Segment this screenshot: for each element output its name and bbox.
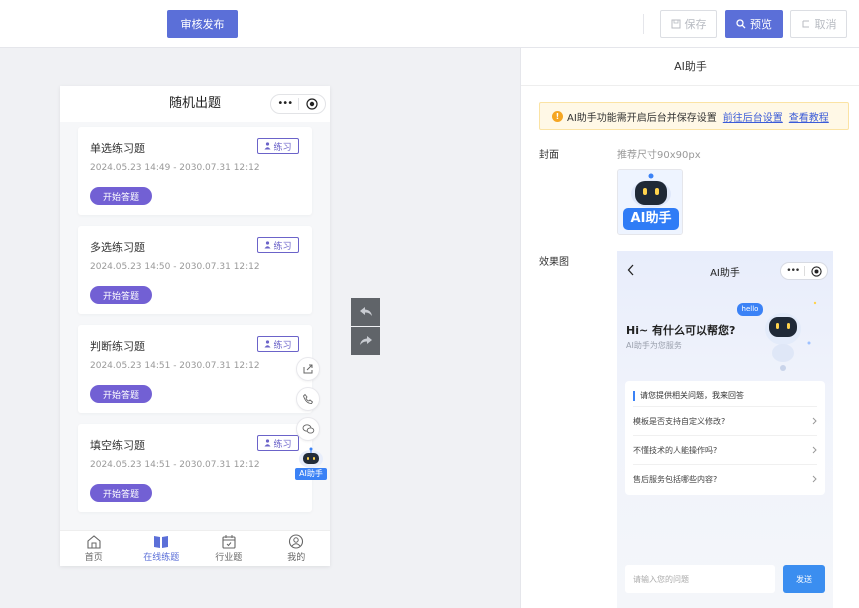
robot-illustration: hello bbox=[737, 297, 823, 373]
preview-capsule[interactable]: ••• bbox=[780, 262, 828, 280]
faq-card-header: 请您提供相关问题，我来回答 bbox=[633, 390, 744, 401]
faq-card: 请您提供相关问题，我来回答 模板是否支持自定义修改? 不懂技术的人能操作吗? 售… bbox=[625, 381, 825, 495]
preview-button[interactable]: 预览 bbox=[725, 10, 783, 38]
cancel-button[interactable]: 取消 bbox=[790, 10, 847, 38]
ai-float-label: AI助手 bbox=[295, 468, 327, 480]
faq-question[interactable]: 不懂技术的人能操作吗? bbox=[633, 435, 817, 464]
start-answer-button[interactable]: 开始答题 bbox=[90, 187, 152, 205]
card-date: 2024.05.23 14:49 - 2030.07.31 12:12 bbox=[90, 163, 260, 173]
undo-button[interactable] bbox=[351, 298, 380, 326]
card-title: 多选练习题 bbox=[90, 241, 145, 254]
exercise-card[interactable]: 填空练习题 练习 2024.05.23 14:51 - 2030.07.31 1… bbox=[78, 424, 312, 512]
phone-icon bbox=[302, 393, 314, 404]
effect-label: 效果图 bbox=[539, 257, 569, 268]
practice-badge: 练习 bbox=[257, 336, 299, 352]
warning-icon: ! bbox=[552, 110, 563, 122]
faq-question[interactable]: 模板是否支持自定义修改? bbox=[633, 406, 817, 435]
practice-badge: 练习 bbox=[257, 138, 299, 154]
cover-label: 封面 bbox=[539, 150, 559, 161]
share-float-button[interactable] bbox=[296, 357, 320, 381]
close-target-icon[interactable] bbox=[805, 265, 827, 277]
save-button[interactable]: 保存 bbox=[660, 10, 717, 38]
phone-float-button[interactable] bbox=[296, 387, 320, 411]
cancel-label: 取消 bbox=[814, 19, 837, 31]
card-title: 单选练习题 bbox=[90, 142, 145, 155]
redo-arrow-icon bbox=[359, 336, 372, 345]
card-date: 2024.05.23 14:51 - 2030.07.31 12:12 bbox=[90, 361, 260, 371]
person-icon bbox=[264, 241, 271, 249]
cover-image-upload[interactable]: AI助手 bbox=[617, 169, 683, 235]
mini-program-capsule[interactable]: ••• bbox=[270, 94, 326, 114]
tutorial-link[interactable]: 查看教程 bbox=[789, 109, 829, 124]
start-answer-button[interactable]: 开始答题 bbox=[90, 484, 152, 502]
card-date: 2024.05.23 14:50 - 2030.07.31 12:12 bbox=[90, 262, 260, 272]
person-icon bbox=[264, 142, 271, 150]
wechat-float-button[interactable] bbox=[296, 417, 320, 441]
ai-assistant-float[interactable]: AI助手 bbox=[293, 446, 329, 480]
hello-bubble: hello bbox=[741, 305, 759, 313]
preview-label: 预览 bbox=[750, 19, 772, 31]
card-title: 填空练习题 bbox=[90, 439, 145, 452]
chevron-right-icon bbox=[812, 417, 817, 425]
redo-button[interactable] bbox=[351, 327, 380, 355]
exercise-card[interactable]: 判断练习题 练习 2024.05.23 14:51 - 2030.07.31 1… bbox=[78, 325, 312, 413]
tab-industry[interactable]: 行业题 bbox=[195, 531, 263, 566]
notice-text: AI助手功能需开启后台并保存设置 bbox=[567, 112, 717, 124]
panel-title: AI助手 bbox=[521, 48, 859, 86]
phone-header: 随机出题 ••• bbox=[60, 86, 330, 122]
exercise-card[interactable]: 多选练习题 练习 2024.05.23 14:50 - 2030.07.31 1… bbox=[78, 226, 312, 314]
tab-mine[interactable]: 我的 bbox=[263, 531, 331, 566]
book-icon bbox=[154, 536, 169, 548]
person-icon bbox=[264, 340, 271, 348]
tab-home[interactable]: 首页 bbox=[60, 531, 128, 566]
chevron-right-icon bbox=[812, 446, 817, 454]
undo-arrow-icon bbox=[359, 307, 372, 316]
close-target-icon[interactable] bbox=[299, 98, 325, 110]
question-input[interactable]: 请输入您的问题 bbox=[625, 565, 775, 593]
cover-size-hint: 推荐尺寸90x90px bbox=[617, 150, 701, 161]
cover-text: AI助手 bbox=[630, 211, 672, 226]
start-answer-button[interactable]: 开始答题 bbox=[90, 385, 152, 403]
wechat-icon bbox=[302, 424, 314, 434]
person-icon bbox=[264, 439, 271, 447]
calendar-icon bbox=[222, 535, 236, 549]
search-icon bbox=[736, 19, 746, 29]
share-icon bbox=[303, 364, 313, 374]
phone-preview: 随机出题 ••• 单选练习题 练习 2024.05.23 14:49 - 203… bbox=[60, 86, 330, 566]
more-icon[interactable]: ••• bbox=[271, 95, 298, 113]
effect-preview: AI助手 ••• Hi~ 有什么可以帮您? AI助手为您服务 hello 请您提… bbox=[617, 251, 833, 608]
save-icon bbox=[671, 19, 680, 29]
home-icon bbox=[87, 535, 101, 549]
publish-button[interactable]: 审核发布 bbox=[167, 10, 238, 38]
user-icon bbox=[289, 534, 304, 549]
robot-icon bbox=[299, 447, 323, 468]
bottom-tab-bar: 首页 在线练题 行业题 我的 bbox=[60, 530, 330, 566]
top-toolbar: 审核发布 保存 预览 取消 bbox=[0, 0, 859, 48]
send-button[interactable]: 发送 bbox=[783, 565, 825, 593]
tab-online-practice[interactable]: 在线练题 bbox=[128, 531, 196, 566]
practice-badge: 练习 bbox=[257, 237, 299, 253]
start-answer-button[interactable]: 开始答题 bbox=[90, 286, 152, 304]
save-label: 保存 bbox=[684, 19, 707, 31]
card-title: 判断练习题 bbox=[90, 340, 145, 353]
toolbar-divider bbox=[643, 14, 644, 34]
chevron-right-icon bbox=[812, 475, 817, 483]
more-icon[interactable]: ••• bbox=[781, 263, 804, 279]
card-date: 2024.05.23 14:51 - 2030.07.31 12:12 bbox=[90, 460, 260, 470]
undo-icon bbox=[802, 20, 809, 28]
notice-bar: ! AI助手功能需开启后台并保存设置 前往后台设置 查看教程 bbox=[539, 102, 849, 130]
greeting-subtitle: AI助手为您服务 bbox=[626, 341, 682, 350]
faq-question[interactable]: 售后服务包括哪些内容? bbox=[633, 464, 817, 493]
settings-panel: AI助手 ! AI助手功能需开启后台并保存设置 前往后台设置 查看教程 封面 推… bbox=[520, 48, 859, 608]
exercise-card[interactable]: 单选练习题 练习 2024.05.23 14:49 - 2030.07.31 1… bbox=[78, 127, 312, 215]
backend-settings-link[interactable]: 前往后台设置 bbox=[723, 109, 783, 124]
greeting-text: Hi~ 有什么可以帮您? bbox=[626, 324, 736, 337]
